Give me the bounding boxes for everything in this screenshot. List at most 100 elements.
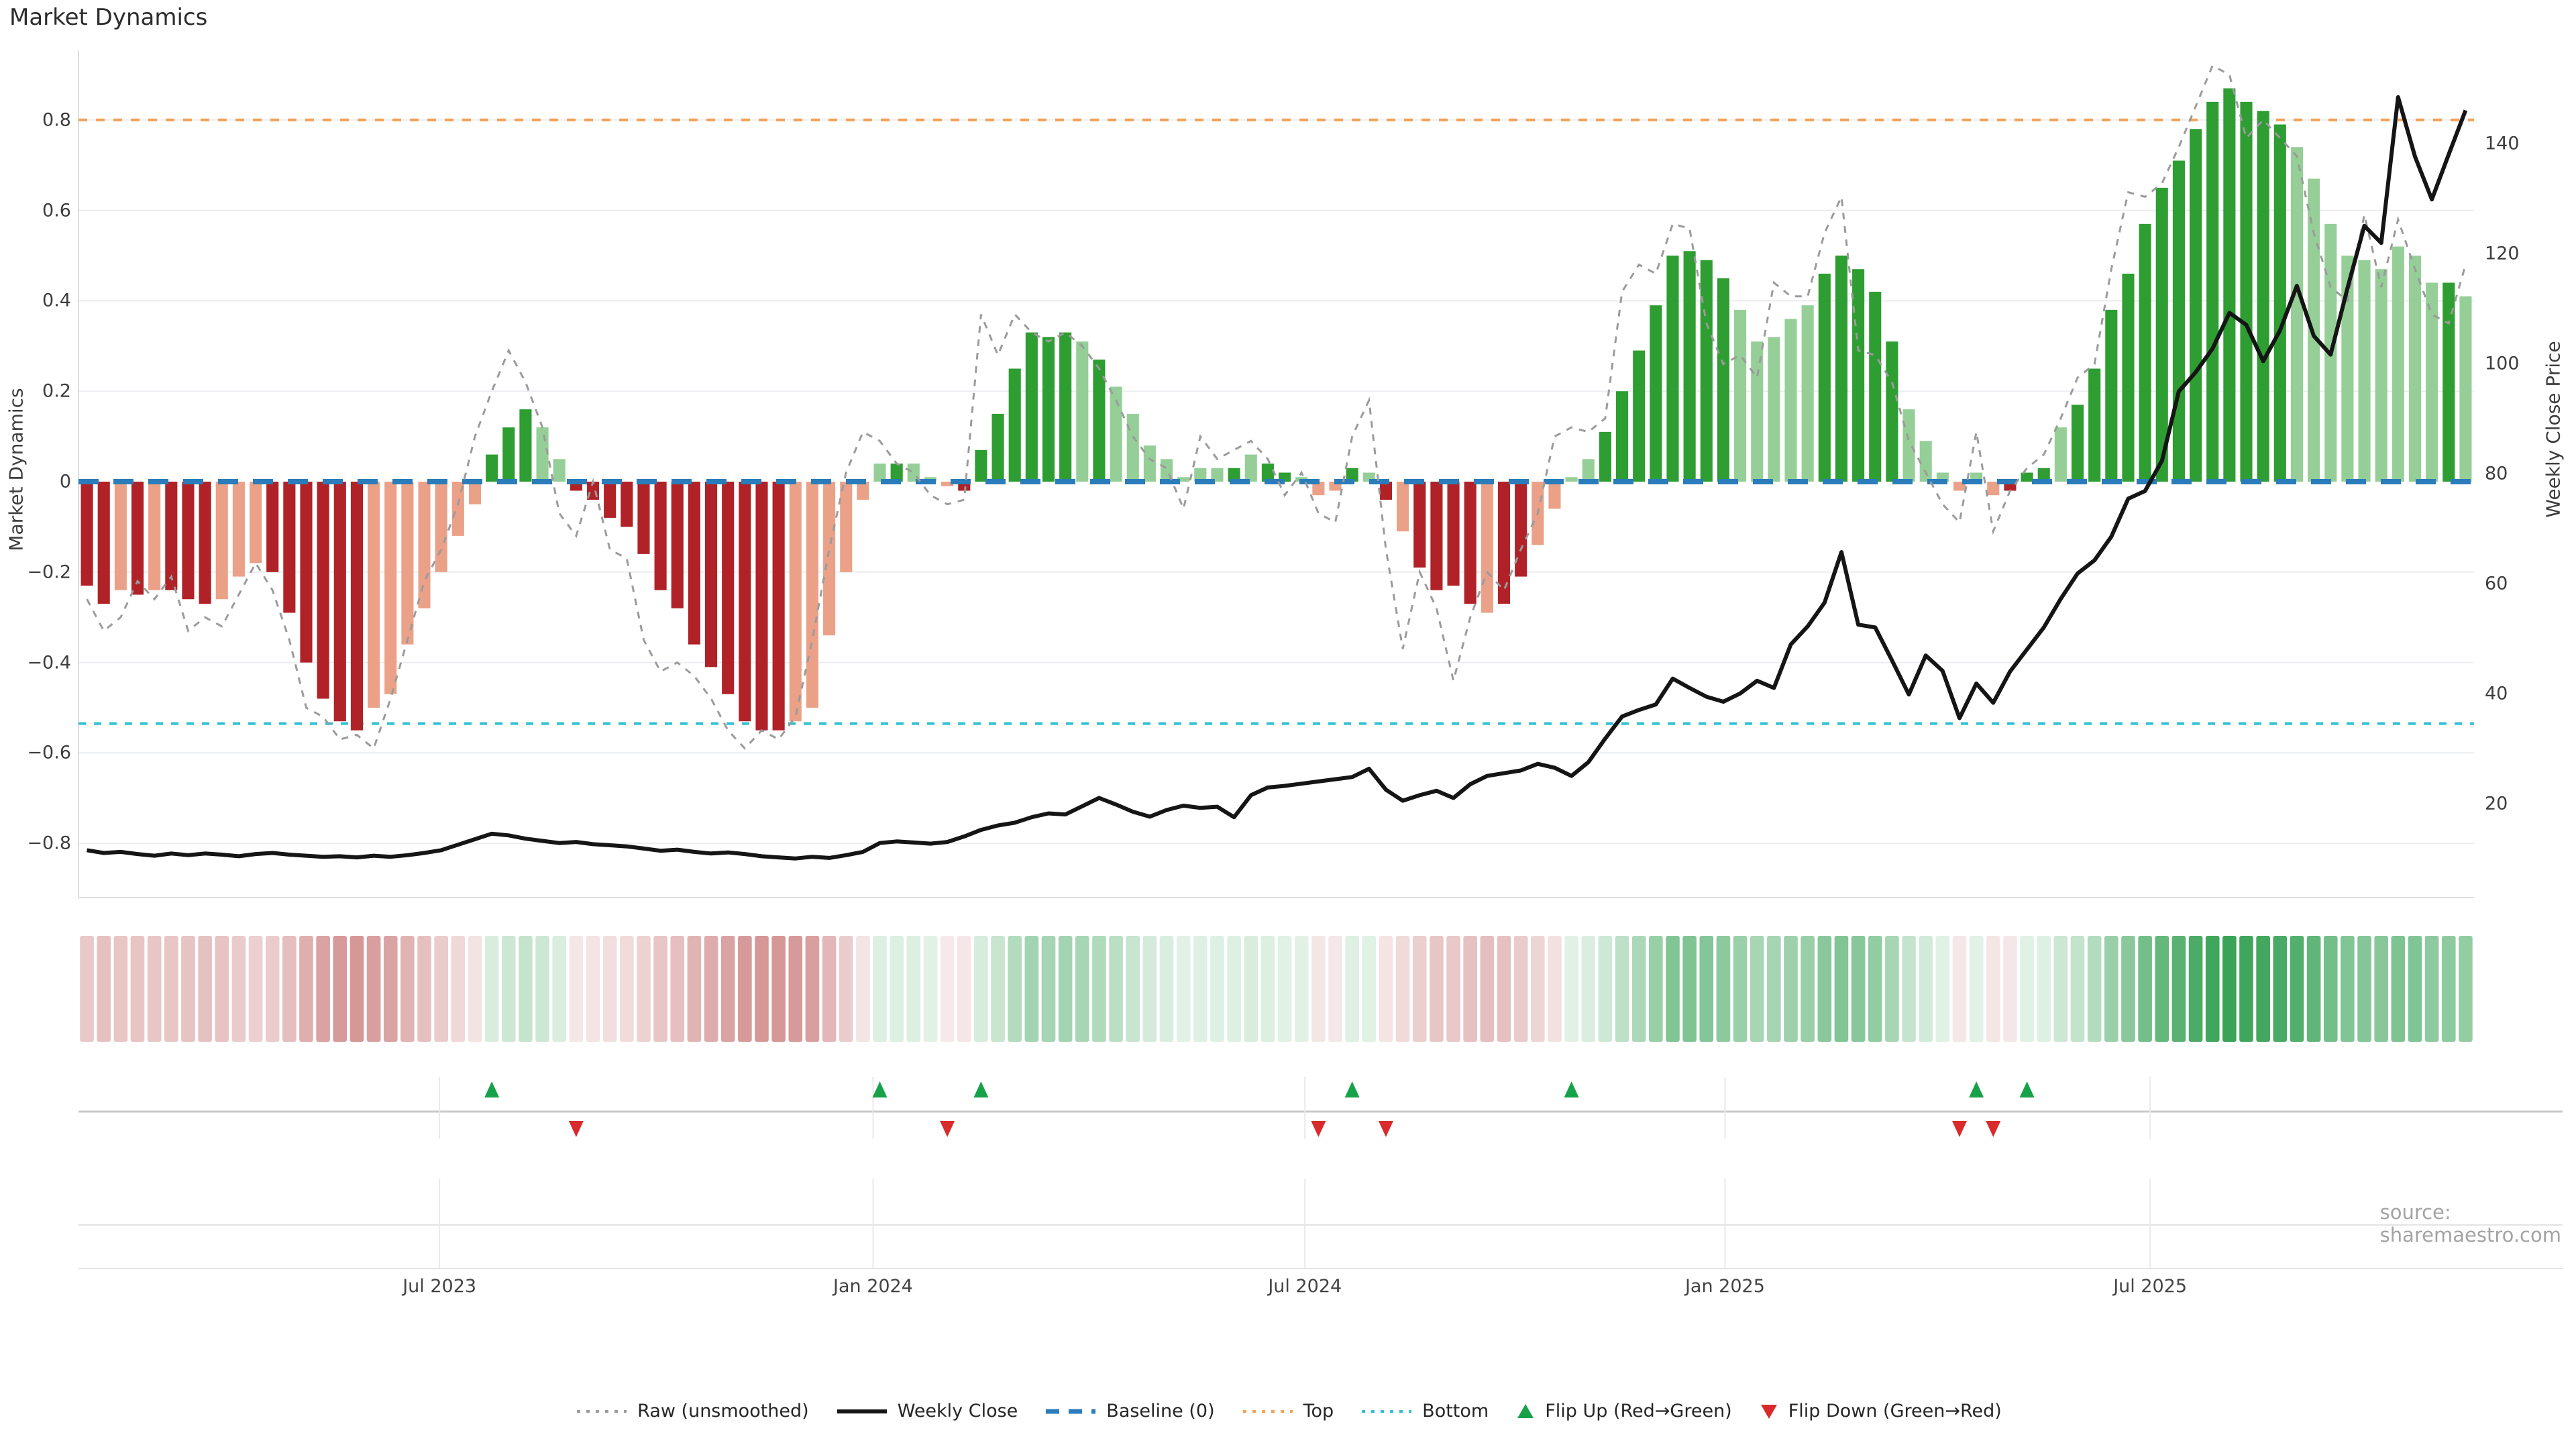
- heatmap-cell: [468, 936, 482, 1042]
- legend-label: Baseline (0): [1106, 1401, 1214, 1421]
- dynamics-bar: [1582, 459, 1595, 482]
- dynamics-bar: [1701, 260, 1713, 482]
- heatmap-cell: [1311, 936, 1326, 1042]
- heatmap-cell: [1345, 936, 1359, 1042]
- left-axis-tick: −0.4: [27, 652, 71, 673]
- heatmap-cell: [941, 936, 955, 1042]
- heatmap-cell: [570, 936, 584, 1042]
- dynamics-bar: [81, 482, 93, 586]
- heatmap-cell: [907, 936, 921, 1042]
- dynamics-bar: [418, 482, 430, 608]
- heatmap-cell: [1109, 936, 1123, 1042]
- dynamics-bar: [553, 459, 566, 482]
- heatmap-cell: [586, 936, 600, 1042]
- heatmap-cell: [1413, 936, 1427, 1042]
- heatmap-cell: [974, 936, 988, 1042]
- heatmap-cell: [2239, 936, 2253, 1042]
- dynamics-bar: [182, 482, 194, 599]
- dynamics-bar: [368, 482, 380, 708]
- heatmap-cell: [1210, 936, 1224, 1042]
- dynamics-bar: [1835, 256, 1847, 482]
- dynamics-bar: [1380, 482, 1392, 500]
- left-axis-tick: 0.2: [42, 381, 71, 402]
- heatmap-cell: [1295, 936, 1309, 1042]
- market-dynamics-chart: Market Dynamics Market Dynamics Weekly C…: [0, 0, 2576, 1449]
- dynamics-bar: [283, 482, 295, 612]
- x-axis-tick: Jan 2024: [833, 1276, 913, 1297]
- dynamics-bar: [1784, 319, 1796, 482]
- heatmap-cell: [1970, 936, 1984, 1042]
- x-axis-tick: Jul 2025: [2113, 1276, 2187, 1297]
- heatmap-cell: [1615, 936, 1629, 1042]
- heatmap-cell: [1261, 936, 1275, 1042]
- heatmap-cell: [1328, 936, 1342, 1042]
- dynamics-bar: [1026, 333, 1038, 482]
- legend: Raw (unsmoothed)Weekly CloseBaseline (0)…: [0, 1401, 2576, 1421]
- flip-up-marker: [1564, 1081, 1579, 1097]
- left-axis-tick: −0.8: [27, 833, 71, 854]
- dynamics-bar: [351, 482, 363, 731]
- dynamics-bar: [2105, 310, 2117, 482]
- heatmap-cell: [1767, 936, 1781, 1042]
- dynamics-bar: [722, 482, 734, 694]
- dynamics-bar: [233, 482, 245, 577]
- dynamics-bar: [2122, 274, 2134, 482]
- heatmap-cell: [1227, 936, 1241, 1042]
- heatmap-cell: [1868, 936, 1882, 1042]
- dynamics-bar: [2392, 247, 2404, 482]
- heatmap-cell: [1059, 936, 1073, 1042]
- heatmap-cell: [1649, 936, 1663, 1042]
- dynamics-bar: [1447, 482, 1459, 586]
- x-axis-tick: Jul 2023: [402, 1276, 476, 1297]
- dynamics-bar: [1464, 482, 1477, 604]
- heatmap-cell: [384, 936, 398, 1042]
- heatmap-cell: [603, 936, 617, 1042]
- heatmap-cell: [502, 936, 516, 1042]
- heatmap-cell: [1126, 936, 1140, 1042]
- dynamics-bar: [1869, 292, 1881, 482]
- dynamics-bar: [2021, 473, 2033, 482]
- heatmap-cell: [266, 936, 280, 1042]
- dynamics-bar: [1751, 341, 1763, 482]
- left-axis-tick: −0.6: [27, 743, 71, 763]
- flip-up-marker: [1969, 1081, 1984, 1097]
- dynamics-bar: [1666, 256, 1678, 482]
- heatmap-cell: [1599, 936, 1613, 1042]
- heatmap-cell: [1682, 936, 1697, 1042]
- legend-label: Top: [1303, 1401, 1334, 1421]
- heatmap-cell: [1986, 936, 2000, 1042]
- heatmap-cell: [249, 936, 263, 1042]
- dynamics-bar: [537, 427, 549, 482]
- heatmap-cell: [1750, 936, 1764, 1042]
- heatmap-cell: [2037, 936, 2051, 1042]
- heatmap-cell: [755, 936, 769, 1042]
- heatmap-cell: [1548, 936, 1562, 1042]
- dynamics-bar: [755, 482, 767, 731]
- dynamics-bar: [1397, 482, 1409, 531]
- heatmap-cell: [1733, 936, 1748, 1042]
- heatmap-cell: [2459, 936, 2473, 1042]
- chart-canvas: [0, 0, 2576, 1449]
- dynamics-bar: [148, 482, 160, 590]
- dynamics-bar: [2190, 129, 2202, 482]
- heatmap-cell: [1092, 936, 1106, 1042]
- heatmap-cell: [1042, 936, 1056, 1042]
- left-axis-tick: 0.4: [42, 290, 71, 311]
- dynamics-bar: [131, 482, 144, 595]
- dynamics-bar: [1042, 337, 1055, 482]
- dynamics-bar: [98, 482, 110, 604]
- heatmap-cell: [552, 936, 566, 1042]
- dynamics-bar: [502, 427, 515, 482]
- heatmap-cell: [2442, 936, 2456, 1042]
- dynamics-bar: [806, 482, 818, 708]
- heatmap-cell: [2020, 936, 2034, 1042]
- heatmap-cell: [2003, 936, 2017, 1042]
- heatmap-cell: [2290, 936, 2304, 1042]
- heatmap-cell: [1851, 936, 1866, 1042]
- heatmap-cell: [1564, 936, 1578, 1042]
- flip-up-marker: [873, 1081, 888, 1097]
- right-axis-tick: 40: [2485, 683, 2508, 704]
- heatmap-cell: [350, 936, 364, 1042]
- legend-label: Weekly Close: [898, 1401, 1018, 1421]
- heatmap-cell: [1481, 936, 1495, 1042]
